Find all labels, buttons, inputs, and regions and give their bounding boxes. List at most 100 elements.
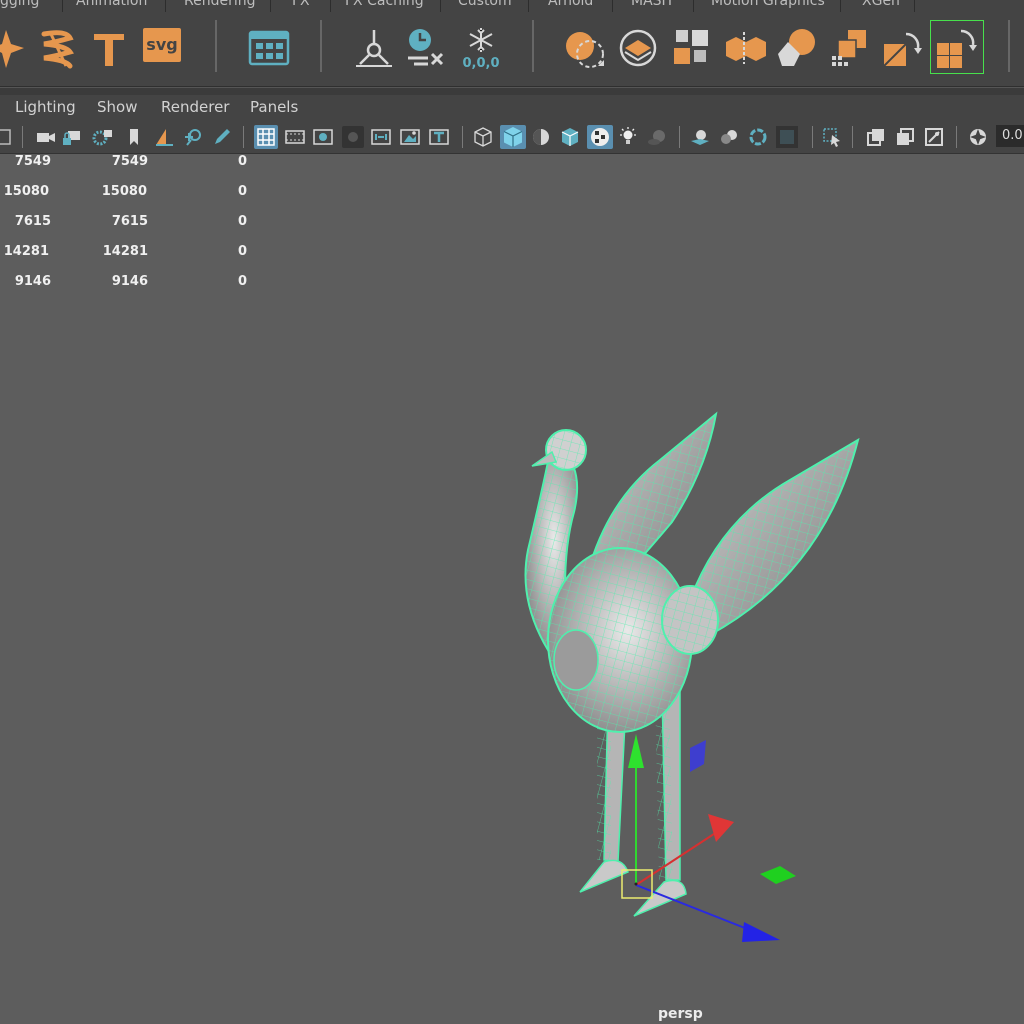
tab-fx-caching[interactable]: FX Caching <box>345 0 424 11</box>
wireframe-on-shaded-icon[interactable] <box>560 127 580 147</box>
xray-icon[interactable] <box>866 127 886 147</box>
camera-lock-icon[interactable] <box>62 127 82 147</box>
hud-value: 15080 <box>3 184 49 199</box>
freeze-snowflake-icon[interactable]: 0,0,0 <box>458 26 504 70</box>
camera-label: persp <box>658 1006 703 1022</box>
exposure-field[interactable]: 0.0 <box>996 125 1024 147</box>
locator-icon[interactable] <box>352 26 396 70</box>
type-text-icon[interactable] <box>88 26 132 70</box>
grid-panel-icon[interactable] <box>247 26 291 70</box>
tab-divider <box>62 0 63 12</box>
tab-divider <box>693 0 694 12</box>
sparkle-icon[interactable] <box>0 26 38 70</box>
tab-xgen[interactable]: XGen <box>862 0 900 11</box>
safe-title-icon[interactable] <box>429 127 449 147</box>
tab-animation[interactable]: Animation <box>76 0 147 11</box>
separate-squares-icon[interactable] <box>670 26 714 70</box>
triangulate-refresh-icon[interactable] <box>880 26 924 70</box>
anti-aliasing-icon[interactable] <box>748 127 768 147</box>
sphere-combine-icon[interactable] <box>562 26 606 70</box>
toolbar-divider <box>852 126 853 148</box>
spring-text-icon[interactable] <box>36 26 80 70</box>
tab-divider <box>528 0 529 12</box>
z-axis-arrow[interactable] <box>742 922 780 942</box>
exposure-icon[interactable] <box>968 127 988 147</box>
pivot-point <box>634 882 638 886</box>
z-axis-handle[interactable] <box>635 884 761 935</box>
depth-of-field-icon[interactable] <box>776 126 798 148</box>
toolbar-divider <box>243 126 244 148</box>
tab-fx[interactable]: FX <box>292 0 310 11</box>
default-material-icon[interactable] <box>531 127 551 147</box>
image-plane-icon[interactable] <box>154 127 174 147</box>
viewport-panel[interactable]: 7549 7549 0 15080 15080 0 7615 7615 0 14… <box>0 154 1024 1024</box>
tab-rendering[interactable]: Rendering <box>184 0 256 11</box>
film-gate-icon[interactable] <box>285 127 305 147</box>
tab-custom[interactable]: Custom <box>458 0 512 11</box>
panel-layout-icon[interactable] <box>0 127 12 147</box>
menu-panels[interactable]: Panels <box>250 98 298 116</box>
grease-pencil-icon[interactable] <box>212 127 232 147</box>
menu-show[interactable]: Show <box>97 98 137 116</box>
shelf-divider <box>215 20 217 72</box>
motion-blur-icon[interactable] <box>719 127 739 147</box>
camera-icon[interactable] <box>36 127 56 147</box>
tile-squares-icon[interactable] <box>828 26 872 70</box>
2d-pan-zoom-icon[interactable] <box>183 127 203 147</box>
hud-value: 7615 <box>111 214 148 229</box>
xray-joints-icon[interactable] <box>924 127 944 147</box>
plane-circle-icon[interactable] <box>616 26 660 70</box>
hud-value: 9146 <box>14 274 51 289</box>
freeze-readout: 0,0,0 <box>462 56 499 70</box>
x-axis-arrow[interactable] <box>708 814 734 842</box>
clock-delete-icon[interactable] <box>404 26 448 70</box>
screen-space-ao-icon[interactable] <box>690 127 710 147</box>
tab-rigging[interactable]: gging <box>0 0 39 11</box>
shelf-tabs: gging Animation Rendering FX FX Caching … <box>0 0 1024 12</box>
shelf-divider <box>1008 20 1010 72</box>
bird-model[interactable] <box>524 411 860 917</box>
toolbar-divider <box>679 126 680 148</box>
field-chart-icon[interactable] <box>371 127 391 147</box>
tab-divider <box>165 0 166 12</box>
grid-toggle-icon[interactable] <box>254 125 278 149</box>
shelf-selected-tool[interactable] <box>930 20 984 74</box>
safe-action-icon[interactable] <box>400 127 420 147</box>
isolate-select-icon[interactable] <box>822 127 842 147</box>
smooth-shade-cube-icon[interactable] <box>500 125 526 149</box>
tab-divider <box>612 0 613 12</box>
tab-divider <box>840 0 841 12</box>
hud-value: 14281 <box>3 244 49 259</box>
textured-checker-icon[interactable] <box>587 125 613 149</box>
boolean-shapes-icon[interactable] <box>774 26 818 70</box>
menu-renderer[interactable]: Renderer <box>161 98 229 116</box>
extract-cubes-icon[interactable] <box>722 26 766 70</box>
tab-motion-graphics[interactable]: Motion Graphics <box>711 0 825 11</box>
toolbar-divider <box>22 126 23 148</box>
shelf-divider <box>532 20 534 72</box>
svg-tool-button[interactable]: svg <box>143 28 181 62</box>
xy-plane-handle[interactable] <box>690 740 706 772</box>
viewport-toolbar: 0.0 <box>0 120 1024 154</box>
hud-value: 0 <box>237 214 247 229</box>
menu-lighting[interactable]: Lighting <box>15 98 76 116</box>
shelf-bar: svg 0,0,0 <box>0 12 1024 87</box>
toolbar-divider <box>812 126 813 148</box>
tab-mash[interactable]: MASH <box>631 0 672 11</box>
hud-value: 0 <box>237 244 247 259</box>
wireframe-cube-icon[interactable] <box>473 127 493 147</box>
xray-active-components-icon[interactable] <box>895 127 915 147</box>
gate-mask-icon[interactable] <box>342 126 364 148</box>
xz-plane-handle[interactable] <box>760 866 796 884</box>
hud-value: 7549 <box>111 154 148 169</box>
camera-attributes-icon[interactable] <box>92 127 112 147</box>
bookmark-icon[interactable] <box>124 127 144 147</box>
hud-value: 15080 <box>101 184 147 199</box>
tab-arnold[interactable]: Arnold <box>548 0 593 11</box>
tab-divider <box>330 0 331 12</box>
y-axis-arrow[interactable] <box>628 734 644 768</box>
toolbar-divider <box>462 126 463 148</box>
use-all-lights-icon[interactable] <box>618 127 638 147</box>
resolution-gate-icon[interactable] <box>313 127 333 147</box>
shadows-icon[interactable] <box>647 127 667 147</box>
